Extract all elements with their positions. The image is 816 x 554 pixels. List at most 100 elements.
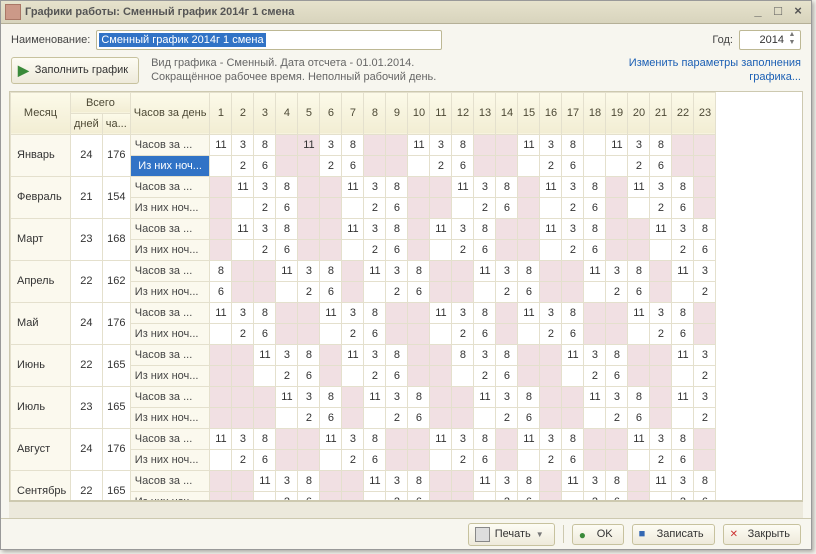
cell[interactable] <box>408 428 430 449</box>
cell[interactable]: 3 <box>232 428 254 449</box>
name-input[interactable]: Сменный график 2014г 1 смена <box>96 30 442 50</box>
sub-hours-2[interactable]: Часов за ... <box>130 218 210 239</box>
cell[interactable] <box>342 470 364 491</box>
cell[interactable]: 2 <box>496 281 518 302</box>
cell[interactable] <box>694 449 716 470</box>
cell[interactable]: 8 <box>364 302 386 323</box>
cell[interactable]: 6 <box>474 449 496 470</box>
cell[interactable]: 6 <box>496 197 518 218</box>
cell[interactable] <box>562 281 584 302</box>
cell[interactable]: 3 <box>364 344 386 365</box>
cell[interactable]: 6 <box>672 323 694 344</box>
cell[interactable] <box>452 491 474 501</box>
cell[interactable]: 3 <box>364 218 386 239</box>
close-button-footer[interactable]: Закрыть <box>723 524 801 545</box>
sub-night-4[interactable]: Из них ноч... <box>130 323 210 344</box>
cell[interactable] <box>342 260 364 281</box>
cell[interactable] <box>606 302 628 323</box>
cell[interactable]: 8 <box>408 470 430 491</box>
fill-schedule-button[interactable]: ▶ Заполнить график <box>11 57 139 84</box>
cell[interactable] <box>408 323 430 344</box>
ok-button[interactable]: OK <box>572 524 624 545</box>
cell[interactable]: 2 <box>430 155 452 176</box>
cell[interactable] <box>584 428 606 449</box>
cell[interactable] <box>672 281 694 302</box>
cell[interactable]: 11 <box>540 176 562 197</box>
cell[interactable] <box>584 302 606 323</box>
cell[interactable] <box>518 155 540 176</box>
print-button[interactable]: Печать ▼ <box>468 523 555 546</box>
cell[interactable]: 2 <box>650 449 672 470</box>
cell[interactable]: 2 <box>694 407 716 428</box>
cell[interactable]: 2 <box>650 323 672 344</box>
cell[interactable] <box>364 491 386 501</box>
cell[interactable] <box>232 281 254 302</box>
cell[interactable]: 8 <box>254 428 276 449</box>
cell[interactable]: 8 <box>496 176 518 197</box>
cell[interactable] <box>562 365 584 386</box>
cell[interactable] <box>584 407 606 428</box>
sub-night-5[interactable]: Из них ноч... <box>130 365 210 386</box>
cell[interactable]: 11 <box>210 428 232 449</box>
cell[interactable] <box>232 260 254 281</box>
cell[interactable]: 2 <box>452 239 474 260</box>
cell[interactable]: 8 <box>298 344 320 365</box>
cell[interactable] <box>496 428 518 449</box>
cell[interactable]: 6 <box>584 239 606 260</box>
cell[interactable]: 3 <box>540 428 562 449</box>
cell[interactable] <box>210 239 232 260</box>
cell[interactable]: 11 <box>430 218 452 239</box>
cell[interactable]: 2 <box>232 449 254 470</box>
cell[interactable]: 6 <box>628 281 650 302</box>
cell[interactable] <box>430 197 452 218</box>
cell[interactable] <box>694 302 716 323</box>
cell[interactable]: 6 <box>254 449 276 470</box>
cell[interactable]: 3 <box>342 428 364 449</box>
cell[interactable]: 2 <box>276 365 298 386</box>
cell[interactable] <box>694 176 716 197</box>
cell[interactable]: 6 <box>408 281 430 302</box>
cell[interactable]: 3 <box>342 302 364 323</box>
cell[interactable]: 11 <box>562 470 584 491</box>
cell[interactable] <box>254 386 276 407</box>
cell[interactable] <box>320 365 342 386</box>
cell[interactable]: 11 <box>518 302 540 323</box>
cell[interactable] <box>540 491 562 501</box>
cell[interactable] <box>298 218 320 239</box>
cell[interactable] <box>276 407 298 428</box>
cell[interactable] <box>232 239 254 260</box>
cell[interactable] <box>606 428 628 449</box>
cell[interactable]: 11 <box>452 176 474 197</box>
cell[interactable]: 6 <box>650 155 672 176</box>
minimize-button[interactable]: _ <box>749 4 767 20</box>
cell[interactable]: 8 <box>276 176 298 197</box>
cell[interactable]: 6 <box>606 491 628 501</box>
cell[interactable] <box>386 134 408 155</box>
cell[interactable]: 3 <box>694 260 716 281</box>
cell[interactable] <box>210 491 232 501</box>
cell[interactable]: 8 <box>254 302 276 323</box>
cell[interactable]: 11 <box>408 134 430 155</box>
cell[interactable]: 6 <box>518 407 540 428</box>
cell[interactable]: 11 <box>474 470 496 491</box>
cell[interactable]: 11 <box>320 302 342 323</box>
cell[interactable] <box>430 386 452 407</box>
cell[interactable]: 2 <box>232 323 254 344</box>
cell[interactable]: 2 <box>474 197 496 218</box>
cell[interactable] <box>254 281 276 302</box>
cell[interactable] <box>650 386 672 407</box>
cell[interactable] <box>628 344 650 365</box>
cell[interactable]: 3 <box>562 176 584 197</box>
cell[interactable]: 11 <box>276 260 298 281</box>
sub-hours-4[interactable]: Часов за ... <box>130 302 210 323</box>
cell[interactable] <box>628 323 650 344</box>
cell[interactable]: 3 <box>628 134 650 155</box>
cell[interactable] <box>342 365 364 386</box>
cell[interactable] <box>386 155 408 176</box>
cell[interactable]: 6 <box>672 449 694 470</box>
cell[interactable]: 6 <box>364 449 386 470</box>
cell[interactable] <box>232 470 254 491</box>
cell[interactable]: 8 <box>628 260 650 281</box>
cell[interactable]: 11 <box>628 176 650 197</box>
cell[interactable]: 2 <box>650 197 672 218</box>
